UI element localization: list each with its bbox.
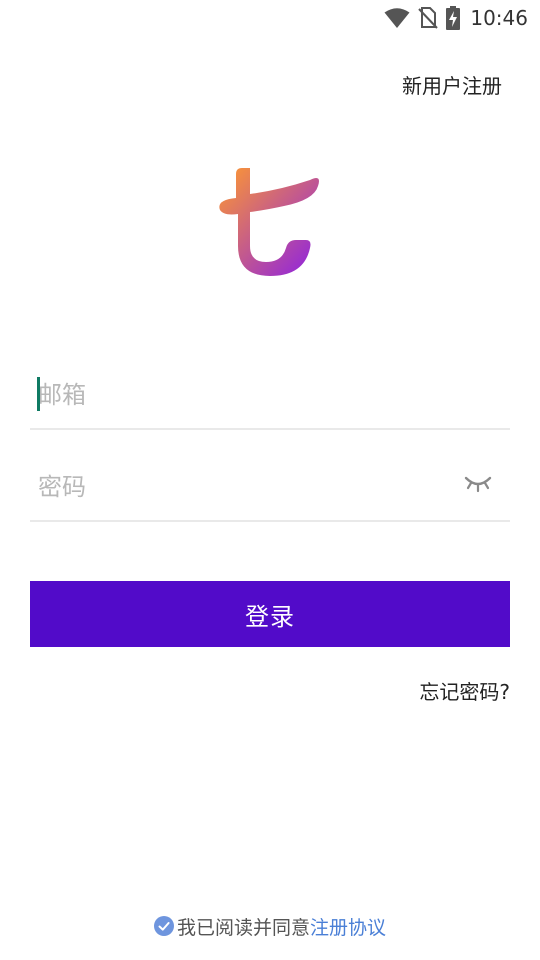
agreement-link[interactable]: 注册协议	[310, 913, 386, 940]
email-input[interactable]	[38, 364, 438, 426]
login-button[interactable]: 登录	[30, 581, 510, 647]
password-field-container	[30, 456, 510, 522]
battery-charging-icon	[446, 6, 461, 30]
status-icons: 10:46	[384, 4, 528, 32]
app-logo-icon	[219, 168, 319, 276]
status-time: 10:46	[470, 6, 528, 30]
status-bar: 10:46	[0, 0, 540, 36]
check-circle-icon[interactable]	[153, 916, 174, 936]
agreement-row: 我已阅读并同意 注册协议	[0, 912, 540, 940]
password-input[interactable]	[38, 456, 438, 518]
wifi-icon	[384, 8, 410, 28]
no-sim-icon	[418, 7, 439, 29]
forgot-password-link[interactable]: 忘记密码?	[419, 676, 510, 705]
eye-closed-icon[interactable]	[464, 474, 492, 496]
agreement-text: 我已阅读并同意	[176, 916, 310, 939]
email-field-container	[30, 364, 510, 430]
register-link[interactable]: 新用户注册	[402, 70, 502, 99]
